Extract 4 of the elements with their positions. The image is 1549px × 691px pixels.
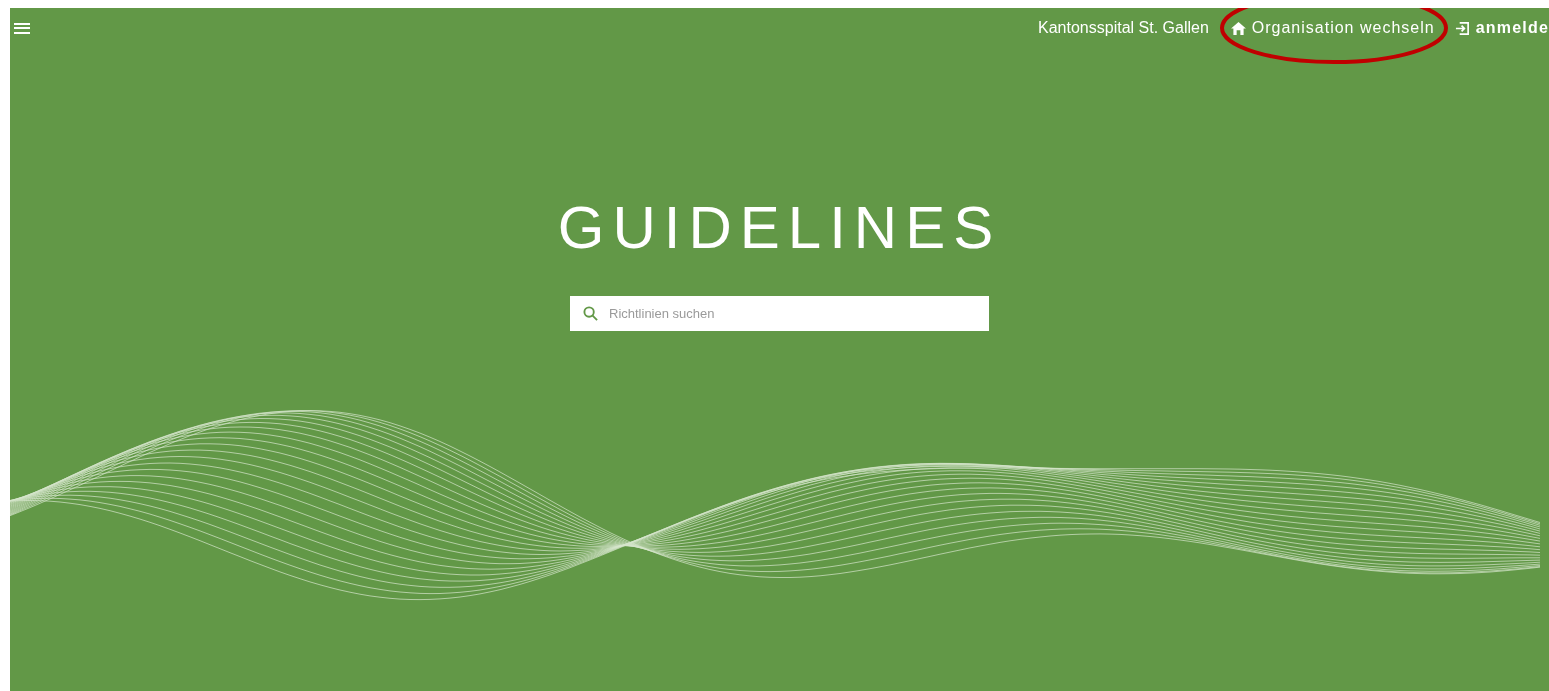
search-field[interactable]: Richtlinien suchen <box>570 296 989 331</box>
login-link[interactable]: anmelde <box>1454 16 1549 40</box>
page-title: GUIDELINES <box>557 198 1002 258</box>
organization-name: Kantonsspital St. Gallen <box>1038 18 1209 38</box>
